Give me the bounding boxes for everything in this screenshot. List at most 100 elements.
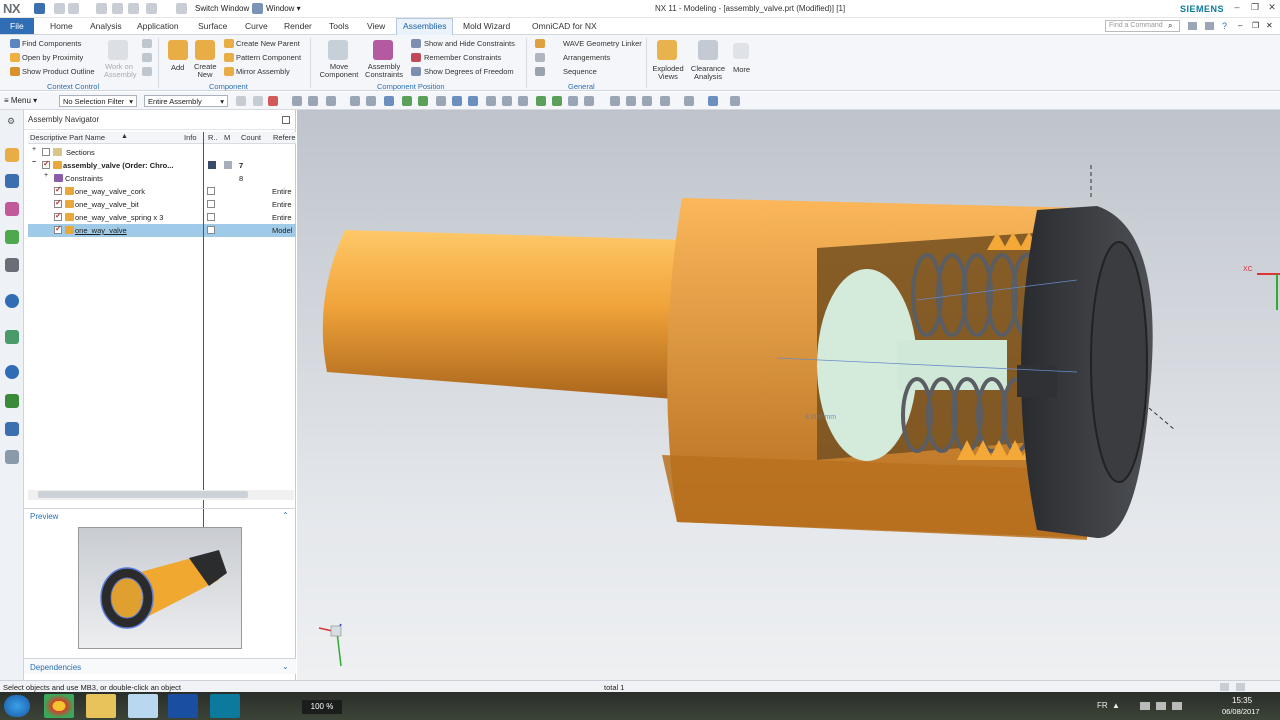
exploded-views-button[interactable]: Exploded Views [650,65,686,81]
open-by-proximity-button[interactable]: Open by Proximity [22,53,83,62]
snap-tool-icon[interactable] [486,96,496,106]
close-button[interactable]: ✕ [1265,2,1279,14]
filter-tool-icon[interactable] [253,96,263,106]
select-tool-icon[interactable] [292,96,302,106]
web-browser-icon[interactable] [5,294,19,308]
visibility-checkbox[interactable] [54,224,62,234]
layout-icon[interactable] [1205,22,1214,30]
save-icon[interactable] [34,3,45,14]
tree-row-selected[interactable]: one_way_valve Model [28,224,296,237]
selection-scope-dropdown[interactable]: Entire Assembly ▾ [144,95,228,107]
column-reference-set[interactable]: Refere [273,133,296,142]
tab-analysis[interactable]: Analysis [90,21,122,31]
tab-omnicad[interactable]: OmniCAD for NX [532,21,597,31]
show-hide-constraints-button[interactable]: Show and Hide Constraints [424,39,515,48]
tree-row-sections[interactable]: + Sections [28,146,296,159]
show-degrees-of-freedom-button[interactable]: Show Degrees of Freedom [424,67,514,76]
wave-geometry-linker-button[interactable]: WAVE Geometry Linker [563,39,642,48]
roles-icon[interactable] [5,422,19,436]
recorder-task-icon[interactable] [168,694,198,718]
tab-file[interactable]: File [0,18,34,34]
tray-icon[interactable] [1140,702,1150,710]
language-indicator[interactable]: FR [1097,701,1108,710]
history-icon[interactable] [5,330,19,344]
tab-assemblies[interactable]: Assemblies [396,18,454,35]
visibility-checkbox[interactable] [42,148,50,156]
graphics-viewport[interactable]: 8.000 mm XC [297,110,1280,680]
create-new-button[interactable]: Create New [194,63,217,79]
find-components-button[interactable]: Find Components [22,39,81,48]
snap-tool-icon[interactable] [536,96,546,106]
assembly-constraints-button[interactable]: Assembly Constraints [363,63,405,79]
snap-tool-icon[interactable] [468,96,478,106]
filter-tool-icon[interactable] [236,96,246,106]
expand-dependencies-icon[interactable]: ⌄ [282,662,289,671]
window-menu[interactable]: Window ▾ [266,4,301,13]
network-icon[interactable] [1156,702,1166,710]
select-tool-icon[interactable] [366,96,376,106]
select-tool-icon[interactable] [326,96,336,106]
touch-mode-icon[interactable] [176,3,187,14]
column-count[interactable]: Count [241,133,261,142]
view-tool-icon[interactable] [626,96,636,106]
nx-task-icon[interactable] [210,694,240,718]
move-component-button[interactable]: Move Component [318,63,360,79]
remember-constraints-button[interactable]: Remember Constraints [424,53,501,62]
tree-row-component[interactable]: one_way_valve_cork Entire [28,185,296,198]
visibility-checkbox[interactable] [54,198,62,208]
restore-button[interactable]: ❐ [1248,2,1262,14]
tab-surface[interactable]: Surface [198,21,227,31]
arrangements-button[interactable]: Arrangements [563,53,610,62]
assembly-navigator-icon[interactable] [5,148,19,162]
ribbon-minimize-button[interactable]: – [1238,21,1242,30]
tree-row-assembly[interactable]: − assembly_valve (Order: Chro... 7 [28,159,296,172]
show-product-outline-button[interactable]: Show Product Outline [22,67,95,76]
visibility-checkbox[interactable] [42,159,50,169]
expand-icon[interactable]: + [44,172,48,179]
volume-icon[interactable] [1172,702,1182,710]
horizontal-scrollbar[interactable] [28,490,294,500]
snap-tool-icon[interactable] [552,96,562,106]
sequence-button[interactable]: Sequence [563,67,597,76]
tab-curve[interactable]: Curve [245,21,268,31]
tab-render[interactable]: Render [284,21,312,31]
minimize-button[interactable]: – [1230,2,1244,14]
add-button[interactable]: Add [171,63,184,72]
expand-icon[interactable]: + [32,146,36,153]
navigator-maximize-icon[interactable] [282,116,290,124]
hd3d-tools-icon[interactable] [5,258,19,272]
context-extra-icon-2[interactable] [142,53,152,62]
snap-tool-icon[interactable] [418,96,428,106]
chrome-task-icon[interactable] [44,694,74,718]
constraint-navigator-icon[interactable] [5,174,19,188]
help-icon[interactable]: ? [1222,21,1227,31]
reuse-library-icon[interactable] [5,230,19,244]
tab-mold-wizard[interactable]: Mold Wizard [463,21,510,31]
select-tool-icon[interactable] [308,96,318,106]
app-task-icon[interactable] [128,694,158,718]
create-new-parent-button[interactable]: Create New Parent [236,39,300,48]
clock-date[interactable]: 06/08/2017 [1222,707,1260,716]
ribbon-close-button[interactable]: ✕ [1266,21,1273,30]
select-tool-icon[interactable] [350,96,360,106]
visibility-checkbox[interactable] [54,185,62,195]
view-tool-icon[interactable] [660,96,670,106]
view-tool-icon[interactable] [684,96,694,106]
dependencies-panel[interactable]: Dependencies ⌄ [24,658,296,674]
part-navigator-icon[interactable] [5,202,19,216]
paste-icon[interactable] [128,3,139,14]
tree-row-constraints[interactable]: + Constraints 8 [28,172,296,185]
context-extra-icon-1[interactable] [142,39,152,48]
resource-settings-icon[interactable]: ⚙ [7,116,15,127]
system-scenes-icon[interactable] [5,450,19,464]
pattern-component-button[interactable]: Pattern Component [236,53,301,62]
snap-tool-icon[interactable] [502,96,512,106]
context-extra-icon-3[interactable] [142,67,152,76]
snap-tool-icon[interactable] [584,96,594,106]
collapse-preview-icon[interactable]: ⌃ [282,511,289,520]
column-part-name[interactable]: Descriptive Part Name [30,133,105,142]
scrollbar-thumb[interactable] [38,491,248,498]
snap-tool-icon[interactable] [384,96,394,106]
switch-window-button[interactable]: Switch Window [195,4,249,13]
visibility-checkbox[interactable] [54,211,62,221]
